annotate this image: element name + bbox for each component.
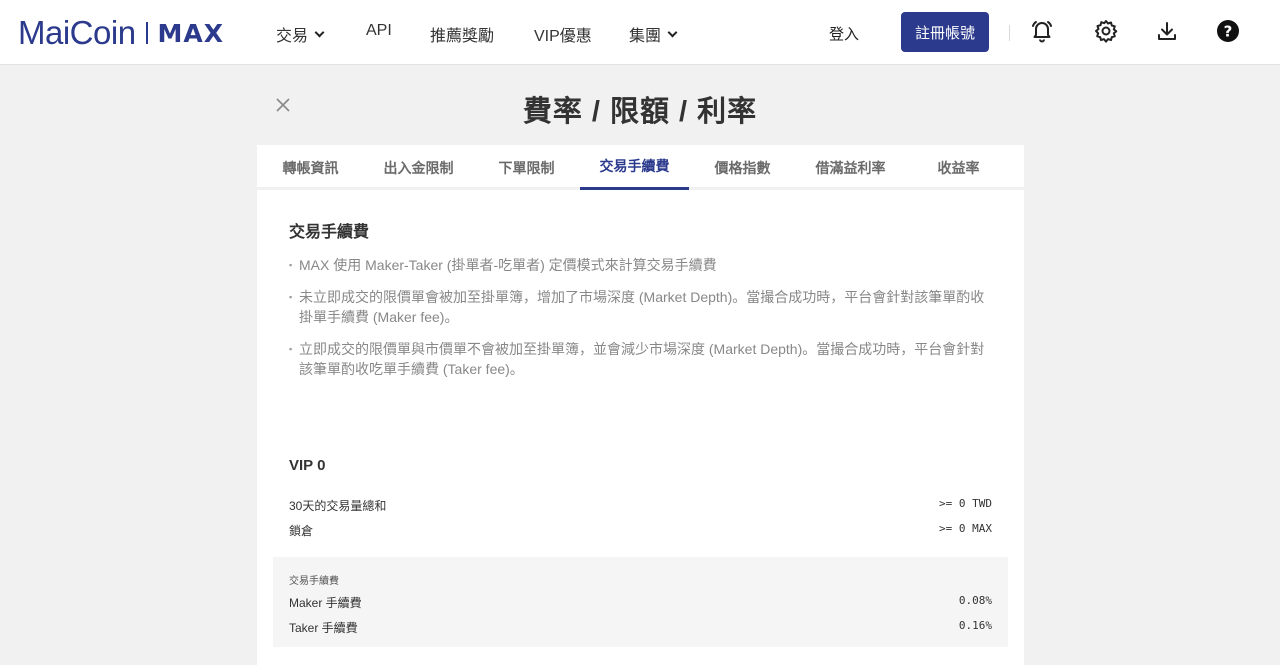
requirement-value: >= 0 MAX bbox=[939, 522, 992, 535]
download-icon[interactable] bbox=[1153, 17, 1181, 45]
nav-trade-label: 交易 bbox=[276, 28, 309, 45]
tab-deposit-withdraw-limit[interactable]: 出入金限制 bbox=[364, 145, 473, 190]
requirement-label: 鎖倉 bbox=[289, 524, 314, 538]
bell-icon[interactable] bbox=[1028, 17, 1056, 45]
gear-icon[interactable] bbox=[1092, 17, 1120, 45]
logo-max-text: MAX bbox=[157, 18, 225, 48]
tab-price-index[interactable]: 價格指數 bbox=[689, 145, 796, 190]
requirement-row: 鎖倉 >= 0 MAX bbox=[289, 522, 992, 539]
chevron-down-icon bbox=[314, 27, 325, 37]
fee-value: 0.08% bbox=[958, 594, 992, 607]
requirement-row: 30天的交易量總和 >= 0 TWD bbox=[289, 497, 992, 514]
nav-referral[interactable]: 推薦獎勵 bbox=[430, 22, 494, 46]
header-divider bbox=[1009, 25, 1010, 41]
nav-vip-label: VIP優惠 bbox=[534, 28, 592, 45]
section-title: 交易手續費 bbox=[289, 224, 370, 241]
nav-api[interactable]: API bbox=[366, 22, 392, 40]
fee-label: Maker 手續費 bbox=[289, 596, 362, 610]
maicoin-max-logo[interactable]: MaiCoin MAX bbox=[18, 14, 224, 52]
tab-transfer-info[interactable]: 轉帳資訊 bbox=[257, 145, 364, 190]
tab-order-limit[interactable]: 下單限制 bbox=[473, 145, 580, 190]
tab-bar: 轉帳資訊 出入金限制 下單限制 交易手續費 價格指數 借滿益利率 收益率 bbox=[257, 145, 1024, 190]
logo-divider bbox=[145, 22, 148, 44]
requirement-label: 30天的交易量總和 bbox=[289, 499, 387, 513]
content-panel: 轉帳資訊 出入金限制 下單限制 交易手續費 價格指數 借滿益利率 收益率 交易手… bbox=[257, 145, 1024, 665]
nav-api-label: API bbox=[366, 22, 392, 39]
top-header: MaiCoin MAX 交易 API 推薦獎勵 VIP優惠 集團 登入 註冊帳號 bbox=[0, 0, 1280, 65]
fee-box: 交易手續費 Maker 手續費 0.08% Taker 手續費 0.16% bbox=[273, 557, 1008, 647]
fee-label: Taker 手續費 bbox=[289, 621, 358, 635]
fee-row: Taker 手續費 0.16% bbox=[289, 619, 992, 636]
nav-group-label: 集團 bbox=[629, 28, 662, 45]
chevron-down-icon bbox=[667, 27, 678, 37]
requirement-value: >= 0 TWD bbox=[939, 497, 992, 510]
page-title: 費率 / 限額 / 利率 bbox=[522, 96, 758, 128]
fee-row: Maker 手續費 0.08% bbox=[289, 594, 992, 611]
tab-yield-rate[interactable]: 收益率 bbox=[905, 145, 1012, 190]
list-item: 未立即成交的限價單會被加至掛單簿，增加了市場深度 (Market Depth)。… bbox=[289, 287, 989, 327]
vip-level-title: VIP 0 bbox=[289, 457, 326, 474]
tab-lending-rate[interactable]: 借滿益利率 bbox=[796, 145, 905, 190]
fee-value: 0.16% bbox=[958, 619, 992, 632]
svg-text:?: ? bbox=[1224, 23, 1233, 41]
login-link[interactable]: 登入 bbox=[829, 23, 859, 44]
register-button[interactable]: 註冊帳號 bbox=[901, 12, 989, 52]
fee-caption: 交易手續費 bbox=[289, 576, 339, 587]
nav-referral-label: 推薦獎勵 bbox=[430, 28, 495, 45]
nav-vip[interactable]: VIP優惠 bbox=[534, 22, 592, 46]
help-icon[interactable]: ? bbox=[1214, 17, 1242, 45]
fee-description-list: MAX 使用 Maker-Taker (掛單者-吃單者) 定價模式來計算交易手續… bbox=[289, 255, 989, 391]
logo-maicoin-text: MaiCoin bbox=[18, 14, 136, 51]
nav-trade[interactable]: 交易 bbox=[276, 22, 325, 46]
list-item: 立即成交的限價單與市價單不會被加至掛單簿，並會減少市場深度 (Market De… bbox=[289, 339, 989, 379]
list-item: MAX 使用 Maker-Taker (掛單者-吃單者) 定價模式來計算交易手續… bbox=[289, 255, 989, 275]
nav-group[interactable]: 集團 bbox=[629, 22, 678, 46]
tab-trading-fee[interactable]: 交易手續費 bbox=[580, 145, 689, 190]
